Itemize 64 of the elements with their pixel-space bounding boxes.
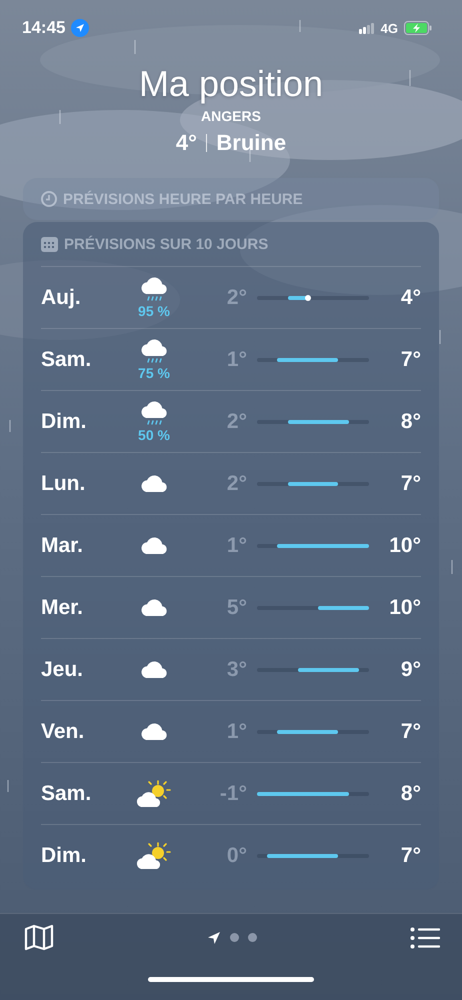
cloud-icon [139, 472, 169, 494]
list-icon[interactable] [410, 926, 440, 948]
high-temperature: 8° [400, 410, 421, 434]
day-label: Auj. [41, 286, 82, 310]
cloud-icon [139, 596, 169, 618]
day-label: Ven. [41, 720, 86, 744]
cloud-icon [139, 720, 169, 742]
status-time: 14:45 [22, 18, 66, 38]
high-temperature: 7° [400, 472, 421, 496]
high-temperature: 4° [400, 286, 421, 310]
temperature-range-bar [298, 668, 359, 672]
location-page-icon[interactable] [207, 930, 221, 944]
temperature-range-bar [277, 358, 338, 362]
day-label: Dim. [41, 844, 88, 868]
low-temperature: 3° [226, 658, 248, 682]
location-title: Ma position [138, 63, 324, 105]
temperature-range-bar [288, 482, 338, 486]
calendar-icon [41, 236, 58, 252]
low-temperature: 1° [226, 348, 248, 372]
battery-charging-icon [404, 21, 432, 35]
cloud-icon [139, 534, 169, 556]
temperature-range-bar [318, 606, 369, 610]
temperature-range-bar [288, 420, 349, 424]
day-label: Dim. [41, 410, 88, 434]
high-temperature: 10° [388, 596, 421, 620]
sun-cloud-icon [136, 842, 172, 870]
low-temperature: 2° [226, 472, 248, 496]
high-temperature: 7° [400, 348, 421, 372]
low-temperature: 1° [226, 720, 248, 744]
weather-condition: Bruine [216, 130, 286, 156]
page-dot[interactable] [248, 933, 257, 942]
day-label: Sam. [41, 348, 92, 372]
sun-cloud-icon [136, 780, 172, 808]
high-temperature: 7° [400, 720, 421, 744]
signal-icon [358, 22, 375, 34]
high-temperature: 7° [400, 844, 421, 868]
precipitation-chance: 75 % [138, 366, 170, 381]
low-temperature: 1° [226, 534, 248, 558]
map-icon[interactable] [24, 924, 54, 951]
low-temperature: 2° [226, 410, 248, 434]
high-temperature: 10° [388, 534, 421, 558]
day-label: Mar. [41, 534, 84, 558]
clock-icon [41, 191, 57, 207]
precipitation-chance: 50 % [138, 428, 170, 443]
high-temperature: 9° [400, 658, 421, 682]
low-temperature: 5° [226, 596, 248, 620]
high-temperature: 8° [400, 782, 421, 806]
cloud-icon [139, 658, 169, 680]
precipitation-chance: 95 % [138, 304, 170, 319]
day-label: Jeu. [41, 658, 84, 682]
network-type: 4G [380, 20, 398, 36]
day-label: Lun. [41, 472, 86, 496]
day-label: Mer. [41, 596, 84, 620]
low-temperature: 0° [226, 844, 248, 868]
temperature-range-bar [277, 730, 338, 734]
low-temperature: -1° [218, 782, 248, 806]
city-name: ANGERS [201, 108, 261, 124]
card-title: PRÉVISIONS SUR 10 JOURS [64, 236, 268, 252]
temperature-range-bar [288, 296, 308, 300]
low-temperature: 2° [226, 286, 248, 310]
current-temperature: 4° [176, 130, 197, 156]
temperature-range-bar [267, 854, 338, 858]
page-dot[interactable] [230, 933, 239, 942]
day-label: Sam. [41, 782, 92, 806]
